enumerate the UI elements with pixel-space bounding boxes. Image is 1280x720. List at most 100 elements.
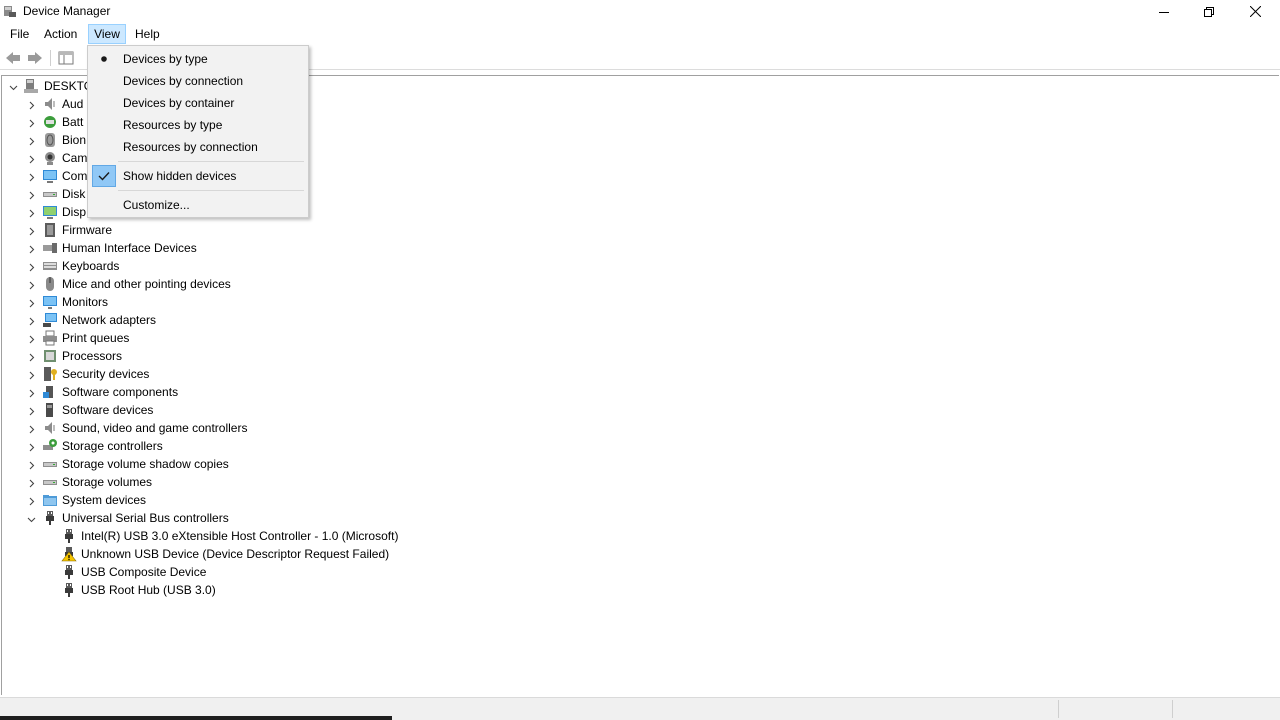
window-title: Device Manager bbox=[23, 4, 111, 18]
tree-category[interactable]: Network adapters bbox=[2, 311, 602, 329]
processor-icon bbox=[42, 348, 58, 364]
tree-device[interactable]: Intel(R) USB 3.0 eXtensible Host Control… bbox=[2, 527, 602, 545]
tree-category[interactable]: Monitors bbox=[2, 293, 602, 311]
tree-item-label: Sound, video and game controllers bbox=[62, 421, 248, 435]
view-menu-item-label: Devices by type bbox=[123, 52, 208, 66]
tree-item-label: Processors bbox=[62, 349, 123, 363]
view-menu-item[interactable]: Devices by type bbox=[90, 48, 306, 70]
tree-category[interactable]: Storage controllers bbox=[2, 437, 602, 455]
expand-chevron-icon[interactable] bbox=[27, 405, 36, 416]
computer-icon bbox=[42, 168, 58, 184]
expand-chevron-icon[interactable] bbox=[27, 315, 36, 326]
tree-item-label: Software components bbox=[62, 385, 179, 399]
view-menu-item[interactable]: Resources by type bbox=[90, 114, 306, 136]
expand-chevron-icon[interactable] bbox=[27, 117, 36, 128]
tree-category[interactable]: Sound, video and game controllers bbox=[2, 419, 602, 437]
tree-item-label: Firmware bbox=[62, 223, 112, 237]
expand-chevron-icon[interactable] bbox=[27, 171, 36, 182]
tree-item-label: Human Interface Devices bbox=[62, 241, 197, 255]
tree-category[interactable]: Firmware bbox=[2, 221, 602, 239]
view-menu-dropdown: Devices by type Devices by connection Devi… bbox=[87, 45, 309, 218]
forward-button[interactable] bbox=[26, 50, 44, 66]
expand-chevron-icon[interactable] bbox=[27, 99, 36, 110]
menu-help[interactable]: Help bbox=[135, 24, 160, 44]
tree-category[interactable]: Software devices bbox=[2, 401, 602, 419]
device-manager-icon bbox=[4, 6, 16, 17]
menu-file[interactable]: File bbox=[10, 24, 29, 44]
tree-device[interactable]: USB Root Hub (USB 3.0) bbox=[2, 581, 602, 599]
close-button[interactable] bbox=[1232, 0, 1278, 23]
expand-chevron-icon[interactable] bbox=[27, 135, 36, 146]
computer-root-icon bbox=[23, 78, 39, 94]
collapse-chevron-icon[interactable] bbox=[9, 81, 18, 91]
menu-separator bbox=[118, 190, 304, 191]
tree-item-label: Storage volume shadow copies bbox=[62, 457, 229, 471]
view-menu-item[interactable]: Devices by connection bbox=[90, 70, 306, 92]
tree-category[interactable]: Storage volumes bbox=[2, 473, 602, 491]
tree-device[interactable]: Unknown USB Device (Device Descriptor Re… bbox=[2, 545, 602, 563]
battery-icon bbox=[42, 114, 58, 130]
menu-view[interactable]: View bbox=[88, 24, 126, 44]
tree-category[interactable]: Human Interface Devices bbox=[2, 239, 602, 257]
disk-drive-icon bbox=[42, 186, 58, 202]
menu-separator bbox=[118, 161, 304, 162]
tree-item-label: Network adapters bbox=[62, 313, 157, 327]
expand-chevron-icon[interactable] bbox=[27, 243, 36, 254]
tree-category[interactable]: Keyboards bbox=[2, 257, 602, 275]
expand-chevron-icon[interactable] bbox=[27, 189, 36, 200]
expand-chevron-icon[interactable] bbox=[27, 387, 36, 398]
taskbar-edge bbox=[0, 716, 392, 720]
close-icon bbox=[1249, 6, 1261, 17]
expand-chevron-icon[interactable] bbox=[27, 153, 36, 164]
tree-device[interactable]: USB Composite Device bbox=[2, 563, 602, 581]
camera-icon bbox=[42, 150, 58, 166]
tree-item-label: Monitors bbox=[62, 295, 109, 309]
tree-category[interactable]: Print queues bbox=[2, 329, 602, 347]
tree-item-label: Software devices bbox=[62, 403, 154, 417]
expand-chevron-icon[interactable] bbox=[27, 297, 36, 308]
speaker-icon bbox=[42, 420, 58, 436]
tree-category[interactable]: Software components bbox=[2, 383, 602, 401]
monitor-icon bbox=[42, 294, 58, 310]
expand-chevron-icon[interactable] bbox=[27, 279, 36, 290]
expand-chevron-icon[interactable] bbox=[27, 369, 36, 380]
expand-chevron-icon[interactable] bbox=[27, 423, 36, 434]
expand-chevron-icon[interactable] bbox=[27, 495, 36, 506]
tree-item-label: Print queues bbox=[62, 331, 130, 345]
toolbar-separator bbox=[50, 50, 51, 66]
expand-chevron-icon[interactable] bbox=[27, 225, 36, 236]
tree-item-label: Disk bbox=[62, 187, 86, 201]
expand-chevron-icon[interactable] bbox=[27, 441, 36, 452]
tree-item-label: Universal Serial Bus controllers bbox=[62, 511, 229, 525]
tree-item-label: Cam bbox=[62, 151, 88, 165]
menu-action[interactable]: Action bbox=[44, 24, 77, 44]
expand-chevron-icon[interactable] bbox=[27, 207, 36, 218]
view-menu-item[interactable]: Resources by connection bbox=[90, 136, 306, 158]
expand-chevron-icon[interactable] bbox=[27, 477, 36, 488]
tree-category[interactable]: Security devices bbox=[2, 365, 602, 383]
tree-category[interactable]: System devices bbox=[2, 491, 602, 509]
checkmark-icon bbox=[92, 165, 116, 187]
tree-category[interactable]: Mice and other pointing devices bbox=[2, 275, 602, 293]
tree-category[interactable]: Storage volume shadow copies bbox=[2, 455, 602, 473]
view-menu-item[interactable]: Customize... bbox=[90, 194, 306, 216]
tree-category[interactable]: Processors bbox=[2, 347, 602, 365]
view-menu-item[interactable]: Show hidden devices bbox=[90, 165, 306, 187]
radio-bullet-icon bbox=[92, 48, 116, 70]
minimize-button[interactable] bbox=[1141, 0, 1187, 23]
view-menu-item[interactable]: Devices by container bbox=[90, 92, 306, 114]
expand-chevron-icon[interactable] bbox=[27, 333, 36, 344]
restore-button[interactable] bbox=[1186, 0, 1232, 23]
tree-item-label: USB Composite Device bbox=[81, 565, 207, 579]
software-component-icon bbox=[42, 384, 58, 400]
menu-bar: File Action View Help bbox=[0, 23, 1280, 44]
properties-button[interactable] bbox=[57, 50, 75, 66]
status-separator bbox=[1058, 700, 1059, 718]
expand-chevron-icon[interactable] bbox=[27, 459, 36, 470]
tree-item-label: Mice and other pointing devices bbox=[62, 277, 231, 291]
tree-category[interactable]: Universal Serial Bus controllers bbox=[2, 509, 602, 527]
collapse-chevron-icon[interactable] bbox=[27, 513, 36, 523]
expand-chevron-icon[interactable] bbox=[27, 261, 36, 272]
expand-chevron-icon[interactable] bbox=[27, 351, 36, 362]
back-button[interactable] bbox=[4, 50, 22, 66]
